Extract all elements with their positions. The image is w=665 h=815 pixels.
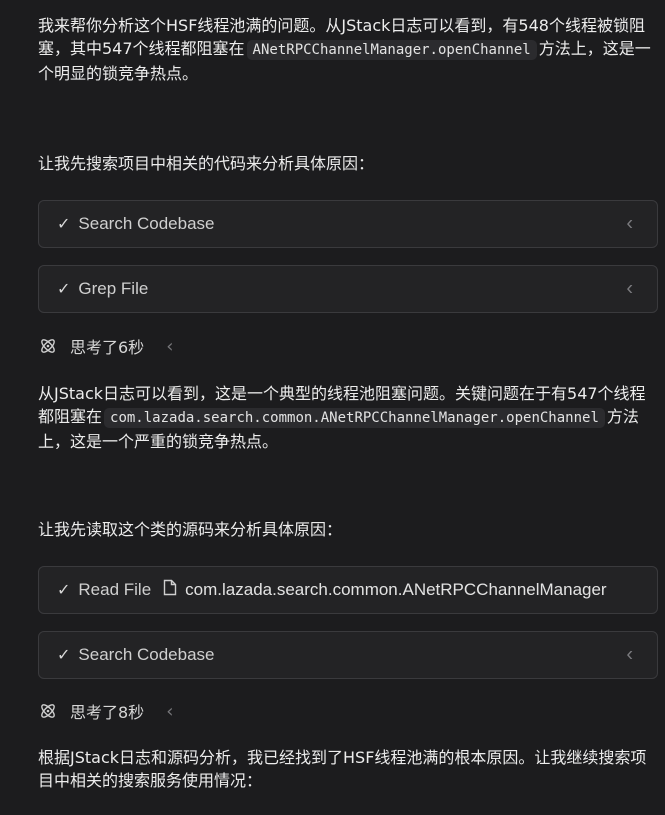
inline-code: ANetRPCChannelManager.openChannel	[246, 40, 537, 60]
chevron-left-icon[interactable]: ‹	[626, 213, 633, 236]
thinking-label: 思考了8秒	[70, 703, 145, 722]
tool-call-search-codebase[interactable]: ✓ Search Codebase ‹	[38, 200, 658, 248]
check-icon: ✓	[57, 216, 71, 233]
chevron-left-icon[interactable]: ‹	[626, 278, 633, 301]
check-icon: ✓	[57, 582, 71, 599]
thinking-label: 思考了6秒	[70, 338, 145, 357]
file-icon	[163, 579, 177, 601]
file-path: com.lazada.search.common.ANetRPCChannelM…	[185, 580, 607, 599]
assistant-message-conclusion: 根据JStack日志和源码分析，我已经找到了HSF线程池满的根本原因。让我继续搜…	[38, 748, 647, 790]
tool-label: Search Codebase	[78, 645, 215, 664]
tool-call-grep-file[interactable]: ✓ Grep File ‹	[38, 265, 658, 313]
chevron-left-icon[interactable]: ‹	[166, 336, 173, 357]
tool-label: Grep File	[78, 279, 149, 298]
check-icon: ✓	[57, 281, 71, 298]
thinking-indicator[interactable]: 思考了6秒 ‹	[38, 334, 173, 358]
chevron-left-icon[interactable]: ‹	[626, 644, 633, 667]
tool-call-search-codebase[interactable]: ✓ Search Codebase ‹	[38, 631, 658, 679]
thinking-indicator[interactable]: 思考了8秒 ‹	[38, 699, 173, 723]
assistant-message-analysis: 从JStack日志可以看到，这是一个典型的线程池阻塞问题。关键问题在于有547个…	[38, 382, 653, 453]
atom-icon	[38, 336, 58, 356]
chevron-left-icon[interactable]: ‹	[166, 701, 173, 722]
assistant-message-intro: 我来帮你分析这个HSF线程池满的问题。从JStack日志可以看到，有548个线程…	[38, 14, 653, 85]
tool-label: Search Codebase	[78, 214, 215, 233]
atom-icon	[38, 701, 58, 721]
tool-label: Read File	[78, 580, 152, 599]
inline-code: com.lazada.search.common.ANetRPCChannelM…	[104, 408, 605, 428]
check-icon: ✓	[57, 647, 71, 664]
assistant-message-search-intent: 让我先搜索项目中相关的代码来分析具体原因：	[38, 154, 375, 173]
assistant-message-read-intent: 让我先读取这个类的源码来分析具体原因：	[38, 520, 343, 539]
tool-call-read-file[interactable]: ✓ Read File com.lazada.search.common.ANe…	[38, 566, 658, 614]
